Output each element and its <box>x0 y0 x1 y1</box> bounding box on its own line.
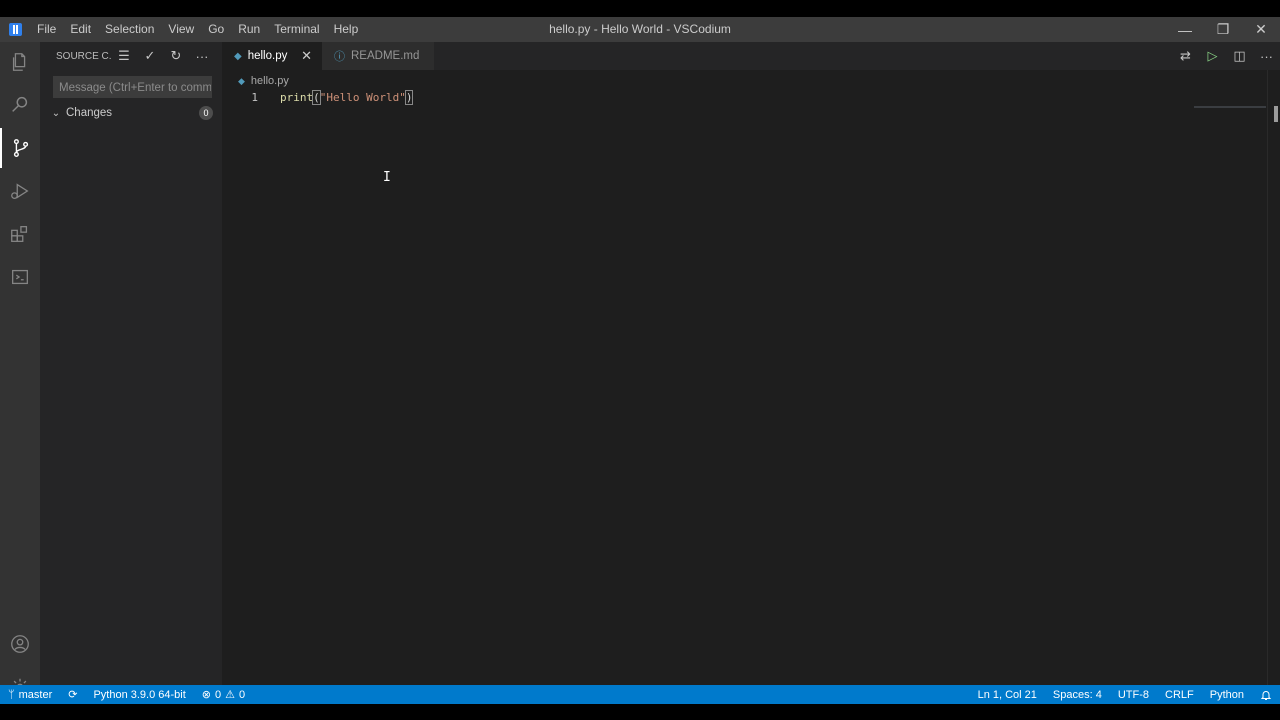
warning-count: 0 <box>239 688 246 701</box>
error-count: 0 <box>215 688 222 701</box>
breadcrumb-file[interactable]: hello.py <box>251 75 289 87</box>
branch-name: master <box>18 688 53 701</box>
menu-go[interactable]: Go <box>201 17 231 42</box>
tab-label: README.md <box>351 50 420 62</box>
editor-actions: ⇄ ▷ ◫ ··· <box>1172 42 1280 70</box>
changes-group[interactable]: ⌄ Changes 0 <box>40 102 222 124</box>
tab-label: hello.py <box>247 50 288 62</box>
cursor-position[interactable]: Ln 1, Col 21 <box>970 685 1045 704</box>
text-cursor <box>412 91 414 105</box>
window-controls: — ❐ ✕ <box>1166 17 1280 42</box>
problems-status[interactable]: ⊗ 0 ⚠ 0 <box>194 685 253 704</box>
changes-label: Changes <box>66 107 113 119</box>
menu-view[interactable]: View <box>161 17 201 42</box>
changes-count-badge: 0 <box>199 106 213 120</box>
title-bar: File Edit Selection View Go Run Terminal… <box>0 17 1280 42</box>
account-icon[interactable] <box>0 624 40 664</box>
remote-explorer-icon[interactable] <box>0 257 40 297</box>
vscodium-window: File Edit Selection View Go Run Terminal… <box>0 17 1280 704</box>
info-icon: ⓘ <box>334 51 345 63</box>
token-close-paren: ) <box>404 90 414 105</box>
code-editor[interactable]: 1 print("Hello World") <box>222 89 1280 107</box>
bell-icon[interactable] <box>1252 685 1280 704</box>
menu-run[interactable]: Run <box>231 17 267 42</box>
end-of-line[interactable]: CRLF <box>1157 685 1202 704</box>
minimap[interactable] <box>1194 106 1266 108</box>
run-debug-icon[interactable] <box>0 171 40 211</box>
letterbox-bottom <box>0 704 1280 720</box>
python-interpreter[interactable]: Python 3.9.0 64-bit <box>85 685 193 704</box>
sync-icon[interactable]: ⟳ <box>60 685 85 704</box>
warning-icon: ⚠ <box>225 689 236 701</box>
sidebar-title: SOURCE C... <box>56 50 111 62</box>
search-icon[interactable] <box>0 85 40 125</box>
editor-tabs: ◆ hello.py ✕ ⓘ README.md <box>222 42 1280 70</box>
split-editor-icon[interactable]: ◫ <box>1226 42 1253 70</box>
restore-button[interactable]: ❐ <box>1204 17 1242 42</box>
status-bar: ᛘ master ⟳ Python 3.9.0 64-bit ⊗ 0 ⚠ 0 L… <box>0 685 1280 704</box>
close-window-button[interactable]: ✕ <box>1242 17 1280 42</box>
code-line: 1 print("Hello World") <box>222 89 1280 107</box>
token-open-paren: ( <box>312 90 321 105</box>
line-content: print("Hello World") <box>280 89 414 107</box>
python-file-icon: ◆ <box>234 50 242 62</box>
refresh-icon[interactable]: ↻ <box>163 45 189 67</box>
more-actions-icon[interactable]: ··· <box>1253 42 1280 70</box>
open-changes-icon[interactable]: ⇄ <box>1172 42 1199 70</box>
token-string: "Hello World" <box>319 91 406 104</box>
more-actions-icon[interactable]: ··· <box>189 45 215 67</box>
letterbox-top <box>0 0 1280 17</box>
language-mode[interactable]: Python <box>1202 685 1252 704</box>
menu-selection[interactable]: Selection <box>98 17 161 42</box>
python-file-icon: ◆ <box>238 75 245 86</box>
commit-check-icon[interactable]: ✓ <box>137 45 163 67</box>
chevron-down-icon: ⌄ <box>51 107 61 119</box>
tab-hello-py[interactable]: ◆ hello.py ✕ <box>222 42 322 70</box>
commit-message-input[interactable]: Message (Ctrl+Enter to comm... <box>53 76 212 98</box>
menu-help[interactable]: Help <box>327 17 366 42</box>
git-branch-icon: ᛘ <box>8 688 15 701</box>
menu-bar: File Edit Selection View Go Run Terminal… <box>30 17 365 42</box>
source-control-icon[interactable] <box>0 128 40 168</box>
menu-terminal[interactable]: Terminal <box>267 17 326 42</box>
branch-status[interactable]: ᛘ master <box>0 685 60 704</box>
sidebar-header: SOURCE C... ☰ ✓ ↻ ··· <box>40 42 222 70</box>
view-as-tree-icon[interactable]: ☰ <box>111 45 137 67</box>
minimap-border <box>1267 70 1268 685</box>
close-tab-icon[interactable]: ✕ <box>301 48 312 64</box>
menu-file[interactable]: File <box>30 17 63 42</box>
extensions-icon[interactable] <box>0 214 40 254</box>
mouse-ibeam-cursor: I <box>383 170 391 185</box>
run-python-file-icon[interactable]: ▷ <box>1199 42 1226 70</box>
error-icon: ⊗ <box>201 689 212 701</box>
line-number: 1 <box>251 91 258 104</box>
source-control-sidebar: SOURCE C... ☰ ✓ ↻ ··· Message (Ctrl+Ente… <box>40 42 222 685</box>
tab-readme-md[interactable]: ⓘ README.md <box>322 42 434 70</box>
encoding[interactable]: UTF-8 <box>1110 685 1157 704</box>
editor-area: ◆ hello.py ✕ ⓘ README.md ⇄ ▷ ◫ ··· ◆ hel… <box>222 42 1280 685</box>
minimize-button[interactable]: — <box>1166 17 1204 42</box>
vertical-scrollbar[interactable] <box>1274 106 1278 122</box>
token-function: print <box>280 91 314 104</box>
explorer-icon[interactable] <box>0 42 40 82</box>
activity-bar <box>0 42 40 696</box>
breadcrumb: ◆ hello.py <box>238 73 289 89</box>
indentation[interactable]: Spaces: 4 <box>1045 685 1110 704</box>
app-logo-icon <box>0 17 30 42</box>
menu-edit[interactable]: Edit <box>63 17 98 42</box>
